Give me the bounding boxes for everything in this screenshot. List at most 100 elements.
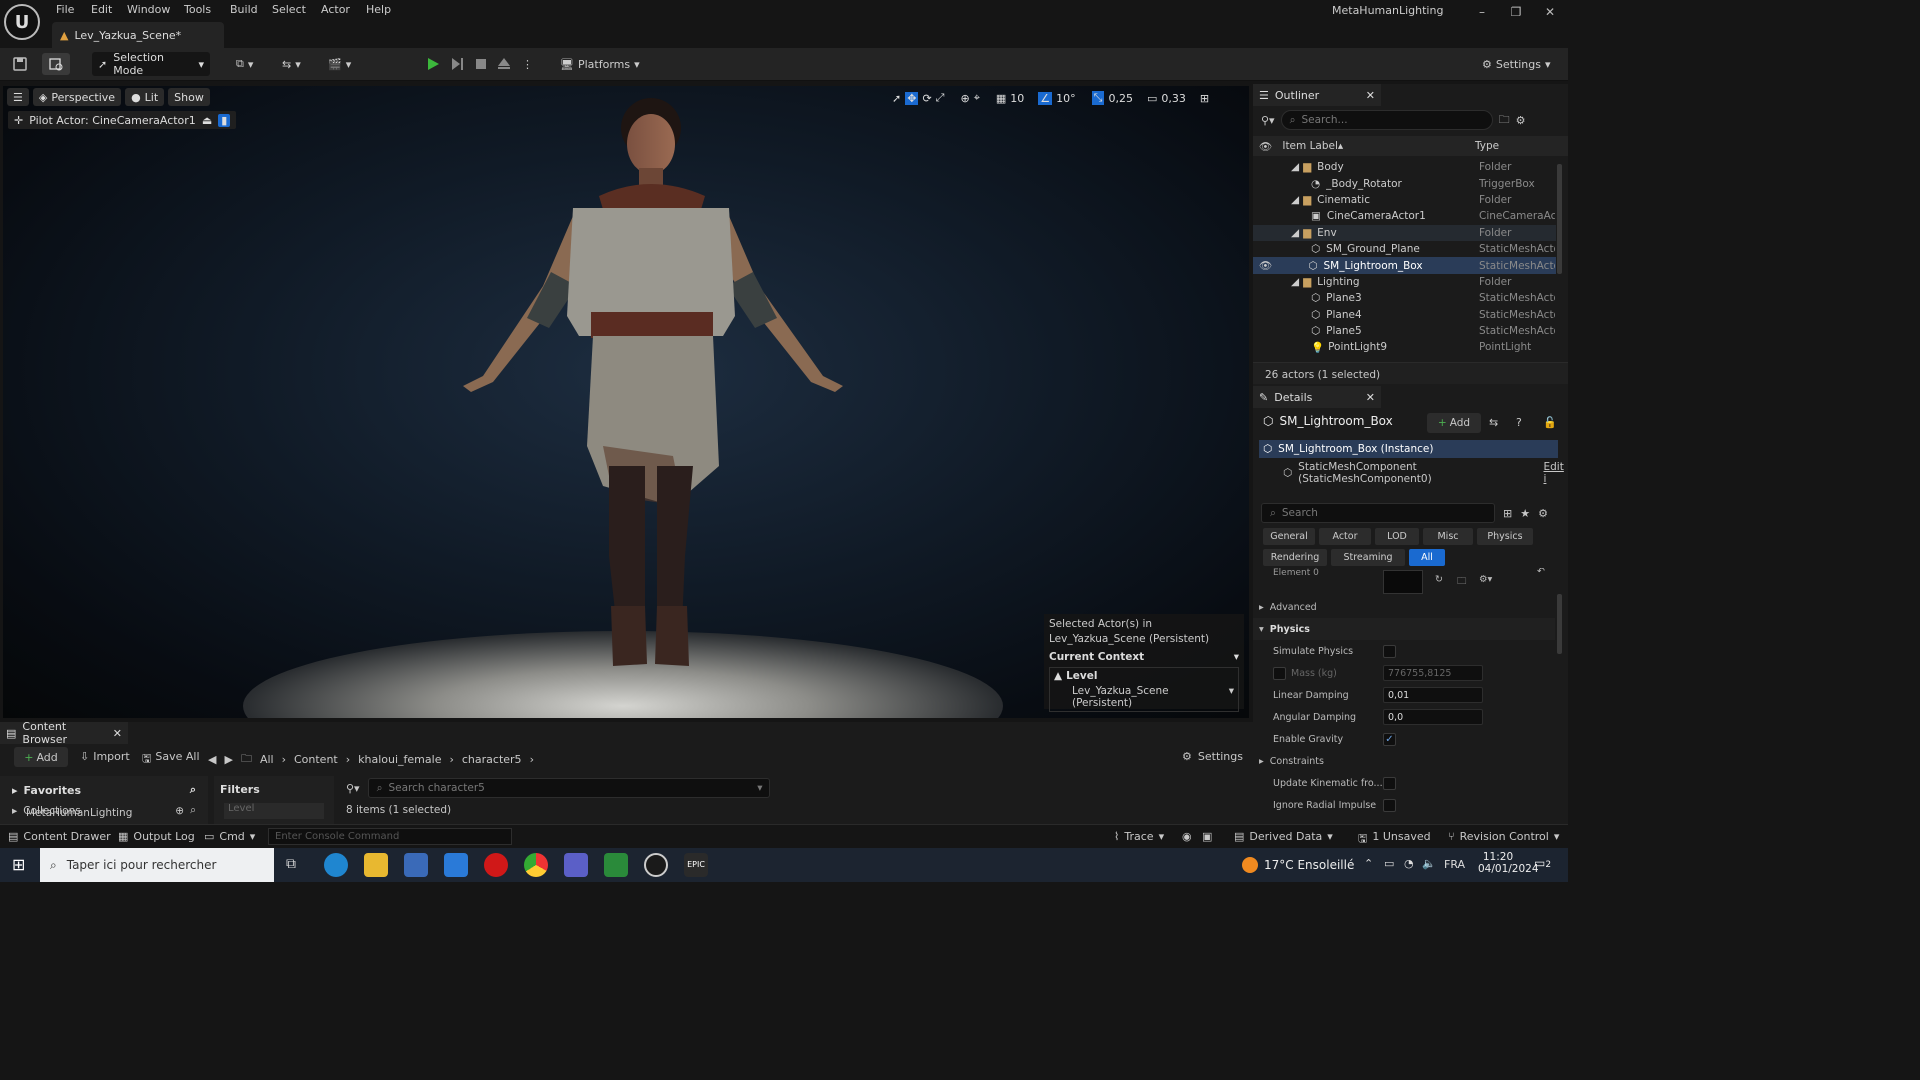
close-icon[interactable]: ✕ (1540, 5, 1560, 23)
table-view-icon[interactable]: ⊞ (1503, 507, 1512, 520)
type-column[interactable]: Type (1475, 140, 1499, 152)
grid-snap-icon[interactable]: ▦ (996, 92, 1006, 105)
more-options-icon[interactable]: ⋮ (522, 53, 533, 75)
crumb-character5[interactable]: character5 (462, 753, 522, 766)
tree-row-lighting[interactable]: ◢ ▆ Lighting Folder (1253, 274, 1556, 290)
mass-input[interactable]: 776755,8125 (1383, 665, 1483, 681)
component-row[interactable]: ⬡ StaticMeshComponent (StaticMeshComponen… (1283, 461, 1568, 485)
angle-snap-icon[interactable]: ∠ (1038, 91, 1053, 105)
menu-tools[interactable]: Tools (182, 3, 213, 16)
crumb-all[interactable]: All (260, 753, 274, 766)
teams-icon[interactable] (564, 853, 588, 877)
add-collection-icon[interactable]: ⊕ (175, 805, 184, 817)
gear-icon[interactable]: ⚙ (1516, 114, 1526, 127)
material-thumbnail[interactable] (1383, 570, 1423, 594)
settings-button[interactable]: ⚙ Settings ▾ (1482, 53, 1551, 75)
filter-icon[interactable]: ⚲▾ (346, 782, 360, 795)
enable-gravity-checkbox[interactable]: ✓ (1383, 732, 1396, 746)
surface-snap-icon[interactable]: ⌖ (974, 91, 980, 105)
zoom-icon[interactable]: ⌕ (190, 804, 196, 817)
app-icon[interactable] (604, 853, 628, 877)
filter-lod[interactable]: LOD (1375, 528, 1419, 545)
file-explorer-icon[interactable] (364, 853, 388, 877)
content-drawer-button[interactable]: ▤ Content Drawer (8, 830, 111, 843)
camera-speed-icon[interactable]: ▭ (1147, 92, 1157, 105)
eject-icon[interactable] (497, 53, 511, 75)
add-actor-button[interactable]: ⧉ ▾ (236, 53, 253, 75)
star-icon[interactable]: ★ (1520, 507, 1530, 520)
undo-icon[interactable]: ↶ (1537, 568, 1545, 577)
filter-general[interactable]: General (1263, 528, 1315, 545)
taskbar-search[interactable]: ⌕ Taper ici pour rechercher (40, 848, 274, 882)
weather-widget[interactable]: 17°C Ensoleillé (1242, 857, 1354, 873)
tree-row-env[interactable]: ◢ ▆ Env Folder (1253, 224, 1556, 241)
scale-snap-icon[interactable]: ⤡ (1091, 91, 1105, 105)
menu-window[interactable]: Window (125, 3, 172, 16)
filter-icon[interactable]: ⚲▾ (1261, 114, 1275, 127)
mass-override-checkbox[interactable] (1273, 666, 1286, 680)
back-icon[interactable]: ◀ (208, 753, 216, 766)
details-search-input[interactable]: ⌕ Search (1261, 503, 1495, 523)
epic-games-icon[interactable]: EPIC (684, 853, 708, 877)
tree-row-ground-plane[interactable]: ⬡ SM_Ground_Plane StaticMeshActo (1253, 241, 1556, 257)
help-icon[interactable]: ? (1516, 416, 1522, 429)
tree-row-plane5[interactable]: ⬡ Plane5 StaticMeshActo (1253, 323, 1556, 339)
expand-icon[interactable]: ◢ (1291, 161, 1299, 173)
output-log-button[interactable]: ▦ Output Log (118, 830, 195, 843)
filter-misc[interactable]: Misc (1423, 528, 1473, 545)
tree-row-plane3[interactable]: ⬡ Plane3 StaticMeshActo (1253, 290, 1556, 306)
browse-asset-icon[interactable]: 🗀 (1457, 574, 1467, 590)
expand-icon[interactable]: ◢ (1291, 194, 1299, 206)
crumb-content[interactable]: Content (294, 753, 338, 766)
menu-select[interactable]: Select (270, 3, 308, 16)
tree-row-plane4[interactable]: ⬡ Plane4 StaticMeshActo (1253, 307, 1556, 323)
add-component-button[interactable]: + Add (1427, 413, 1481, 433)
tree-row-body-rotator[interactable]: ◔ _Body_Rotator TriggerBox (1253, 175, 1556, 191)
lock-icon[interactable]: 🔓 (1543, 416, 1557, 429)
camera-lock-icon[interactable]: ▮ (218, 113, 231, 127)
menu-actor[interactable]: Actor (319, 3, 352, 16)
search-icon[interactable]: ⌕ (190, 783, 196, 797)
console-input[interactable]: Enter Console Command (268, 828, 512, 845)
menu-help[interactable]: Help (364, 3, 393, 16)
cb-import-button[interactable]: ⇩ Import (80, 750, 130, 763)
linear-damping-input[interactable]: 0,01 (1383, 687, 1483, 703)
forward-icon[interactable]: ▶ (224, 753, 232, 766)
derived-data-button[interactable]: ▤ Derived Data ▾ (1234, 830, 1333, 843)
eject-pilot-icon[interactable]: ⏏ (202, 114, 212, 127)
close-icon[interactable]: ✕ (113, 727, 122, 740)
cinematics-button[interactable]: 🎬 ▾ (328, 53, 351, 75)
minimize-icon[interactable]: – (1472, 5, 1492, 23)
cb-add-button[interactable]: + Add (14, 747, 68, 767)
tree-row-cinematic[interactable]: ◢ ▆ Cinematic Folder (1253, 192, 1556, 208)
save-icon[interactable] (12, 53, 28, 75)
stop-icon[interactable] (474, 53, 488, 75)
edit-in-blueprint-link[interactable]: Edit i (1544, 461, 1569, 485)
angular-damping-input[interactable]: 0,0 (1383, 709, 1483, 725)
tree-row-lightroom-box[interactable]: 👁 ⬡ SM_Lightroom_Box StaticMeshActo (1253, 257, 1556, 274)
ignore-radial-checkbox[interactable] (1383, 798, 1396, 812)
menu-file[interactable]: File (54, 3, 76, 16)
perspective-button[interactable]: ◈ Perspective (32, 88, 122, 106)
crumb-khaloui-female[interactable]: khaloui_female (358, 753, 441, 766)
language-indicator[interactable]: FRA (1444, 858, 1465, 871)
step-icon[interactable] (450, 53, 464, 75)
cb-save-all-button[interactable]: 🖫 Save All (142, 750, 200, 769)
store-icon[interactable] (404, 853, 428, 877)
context-header[interactable]: Current Context ▾ (1049, 651, 1239, 663)
windows-start-icon[interactable]: ⊞ (12, 855, 25, 874)
lit-button[interactable]: ● Lit (125, 88, 165, 106)
blueprint-button[interactable]: ⇆ ▾ (282, 53, 301, 75)
pilot-actor-bar[interactable]: ✛ Pilot Actor: CineCameraActor1 ⏏ ▮ (8, 111, 237, 129)
mail-icon[interactable] (444, 853, 468, 877)
asset-options-icon[interactable]: ⚙▾ (1479, 574, 1492, 585)
outliner-scrollbar[interactable] (1557, 164, 1562, 274)
viewport-menu-button[interactable]: ☰ (7, 88, 29, 106)
advanced-section[interactable]: ▸ Advanced (1253, 596, 1555, 618)
selection-mode-dropdown[interactable]: ➚ Selection Mode ▾ (92, 51, 210, 77)
eye-icon[interactable]: 👁 (1259, 259, 1272, 272)
filter-actor[interactable]: Actor (1319, 528, 1371, 545)
unreal-logo-icon[interactable]: U (4, 4, 40, 40)
reset-arrow-icon[interactable]: ↻ (1435, 574, 1443, 585)
filter-rendering[interactable]: Rendering (1263, 549, 1327, 566)
